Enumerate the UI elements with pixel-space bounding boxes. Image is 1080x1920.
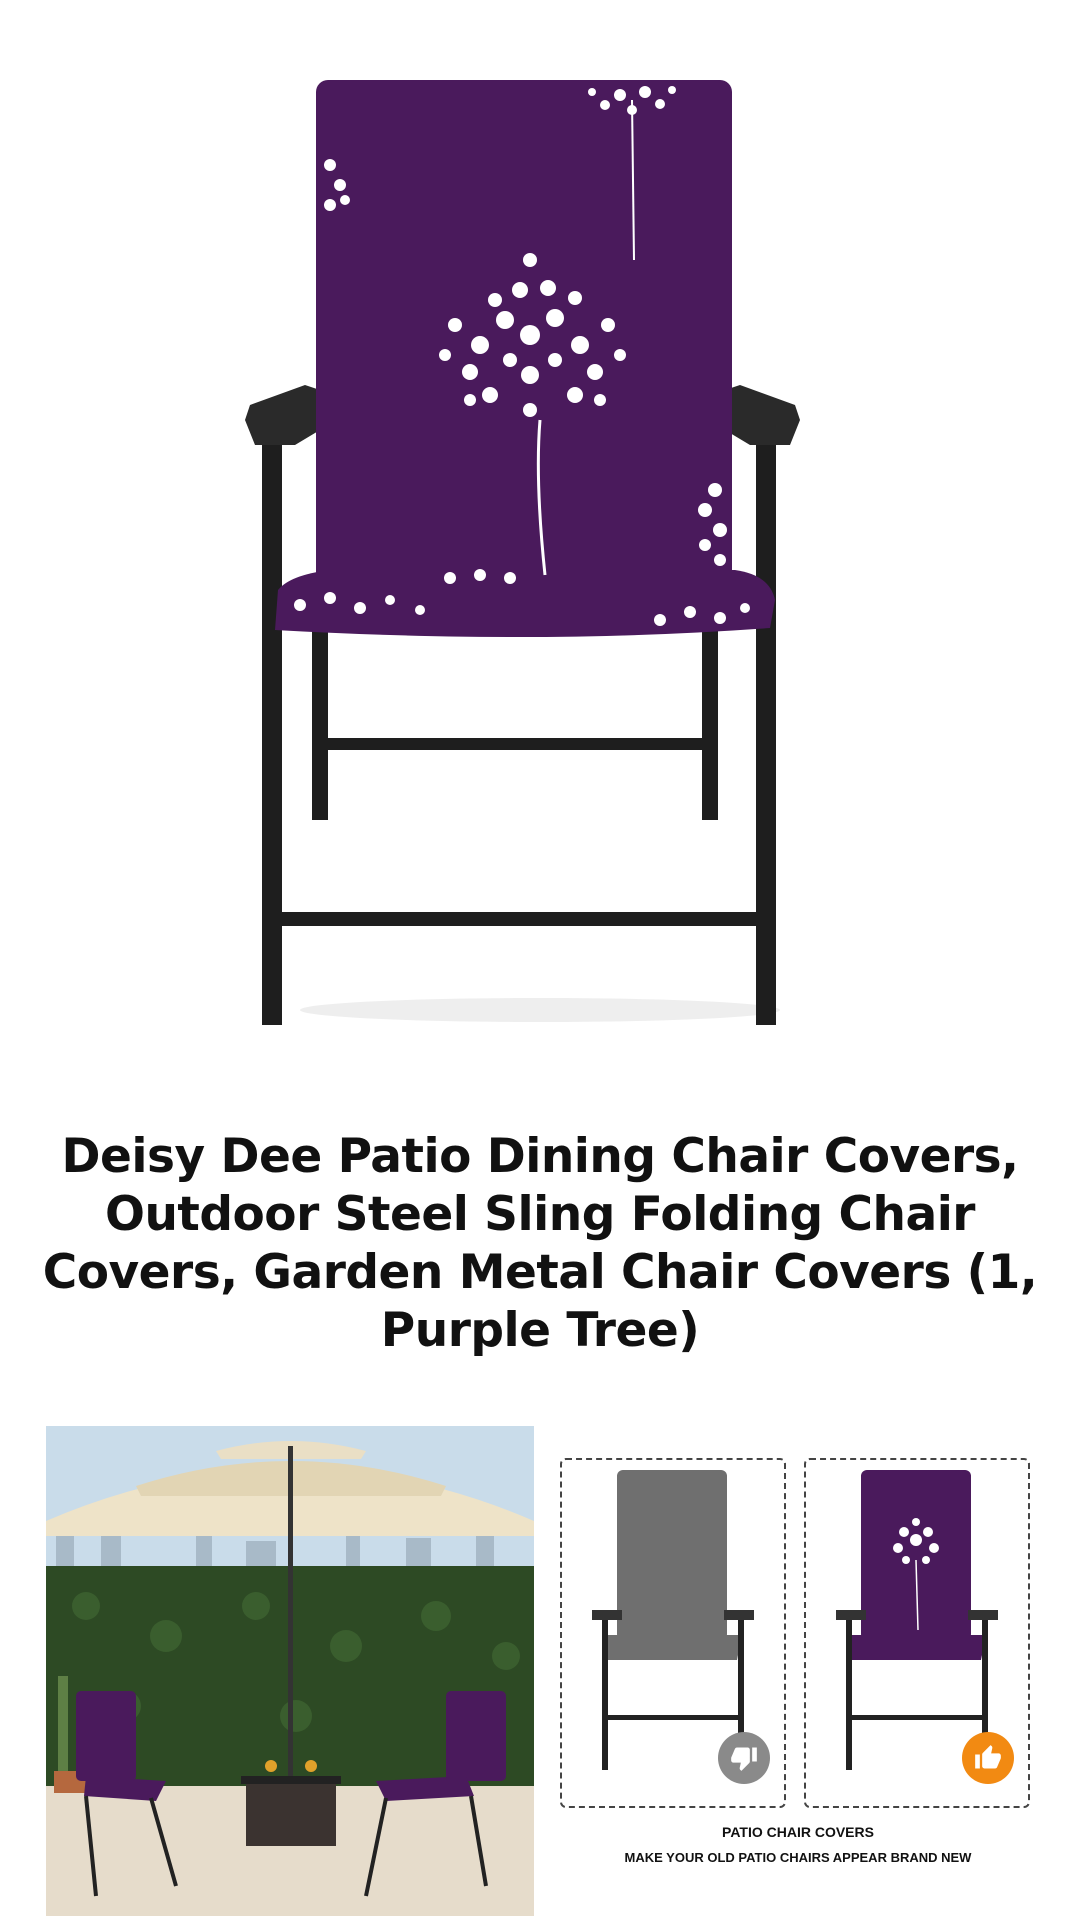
comparison-caption-title: PATIO CHAIR COVERS bbox=[722, 1824, 874, 1840]
before-chair-panel bbox=[560, 1458, 786, 1808]
thumbs-down-icon bbox=[718, 1732, 770, 1784]
patio-scene-illustration bbox=[46, 1426, 534, 1916]
product-title: Deisy Dee Patio Dining Chair Covers, Out… bbox=[42, 1129, 1038, 1358]
comparison-caption-subtitle: MAKE YOUR OLD PATIO CHAIRS APPEAR BRAND … bbox=[624, 1850, 972, 1865]
before-after-thumbnail[interactable]: PATIO CHAIR COVERS MAKE YOUR OLD PATIO C… bbox=[548, 1426, 1048, 1916]
purple-tree-chair-illustration bbox=[245, 80, 800, 1025]
after-chair-panel bbox=[804, 1458, 1030, 1808]
product-hero-image[interactable] bbox=[0, 0, 1080, 1090]
thumbs-up-icon bbox=[962, 1732, 1014, 1784]
lifestyle-thumbnail[interactable] bbox=[46, 1426, 534, 1916]
